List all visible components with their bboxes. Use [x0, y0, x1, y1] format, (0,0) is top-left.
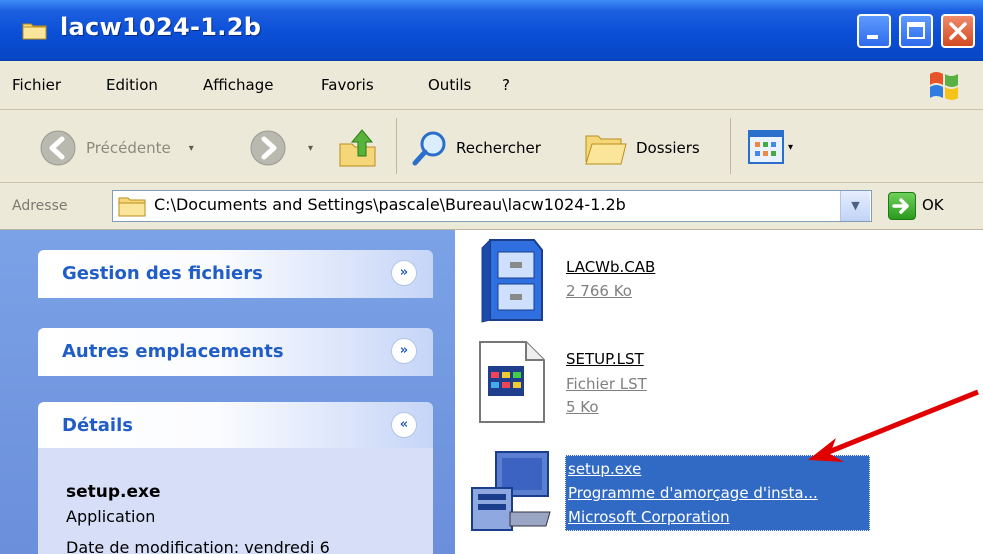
file-company: Microsoft Corporation: [568, 508, 730, 526]
chevron-down-icon: ▼: [851, 199, 860, 212]
views-button[interactable]: ▾: [748, 130, 793, 164]
chevron-down-icon: ▾: [308, 142, 314, 154]
panel-other-places[interactable]: Autres emplacements »: [38, 328, 433, 376]
back-button[interactable]: Précédente ▾: [38, 128, 194, 168]
window-title: lacw1024-1.2b: [60, 13, 262, 41]
back-label: Précédente: [86, 139, 171, 157]
folders-icon: [585, 135, 627, 165]
folder-icon: [118, 197, 146, 217]
file-size: 2 766 Ko: [566, 282, 632, 300]
panel-details[interactable]: Détails «: [38, 402, 433, 450]
toolbar-separator: [730, 118, 731, 174]
folders-label: Dossiers: [636, 139, 700, 157]
back-arrow-icon: [40, 130, 76, 166]
expand-chevron-icon[interactable]: »: [391, 338, 417, 364]
toolbar-separator: [396, 118, 397, 174]
panel-title: Autres emplacements: [62, 341, 284, 362]
maximize-button[interactable]: [899, 14, 933, 48]
address-dropdown-button[interactable]: ▼: [840, 191, 870, 221]
maximize-icon: [907, 22, 925, 39]
explorer-window: lacw1024-1.2b Fichier Edition Affichage …: [0, 0, 983, 554]
title-bar[interactable]: lacw1024-1.2b: [0, 0, 983, 61]
search-icon: [412, 131, 446, 166]
menu-affichage[interactable]: Affichage: [203, 76, 273, 94]
chevron-down-icon: ▾: [188, 142, 194, 154]
panel-title: Gestion des fichiers: [62, 263, 263, 284]
file-name: setup.exe: [568, 460, 642, 478]
close-icon: [949, 22, 967, 40]
search-button[interactable]: Rechercher: [410, 128, 541, 168]
go-button[interactable]: [888, 192, 916, 220]
detail-modified-date: Date de modification: vendredi 6: [66, 538, 330, 554]
go-arrow-icon: [892, 198, 909, 214]
menu-favoris[interactable]: Favoris: [321, 76, 374, 94]
file-size: 5 Ko: [566, 398, 599, 416]
folder-icon: [22, 23, 47, 40]
forward-button[interactable]: ▾: [248, 128, 313, 168]
chevron-down-icon: ▾: [788, 141, 794, 153]
menu-edition[interactable]: Edition: [106, 76, 158, 94]
search-label: Rechercher: [456, 139, 541, 157]
menu-bar: Fichier Edition Affichage Favoris Outils…: [0, 61, 983, 110]
menu-fichier[interactable]: Fichier: [12, 76, 61, 94]
views-icon: [748, 130, 784, 164]
address-label: Adresse: [12, 198, 68, 214]
lst-file-icon: [479, 341, 545, 423]
windows-logo-icon: [922, 64, 966, 104]
panel-title: Détails: [62, 415, 133, 436]
cabinet-file-icon: [481, 239, 543, 323]
expand-chevron-icon[interactable]: »: [391, 260, 417, 286]
up-folder-icon: [339, 129, 376, 167]
file-name: SETUP.LST: [566, 350, 644, 368]
panel-file-tasks[interactable]: Gestion des fichiers »: [38, 250, 433, 298]
up-folder-button[interactable]: [336, 126, 380, 170]
menu-help[interactable]: ?: [502, 76, 510, 94]
minimize-icon: [867, 35, 878, 39]
detail-file-name: setup.exe: [66, 482, 161, 502]
folders-button[interactable]: Dossiers: [584, 128, 700, 168]
menu-outils[interactable]: Outils: [428, 76, 471, 94]
detail-file-type: Application: [66, 507, 156, 526]
file-description: Programme d'amorçage d'insta...: [568, 484, 818, 502]
forward-arrow-icon: [250, 130, 286, 166]
setup-exe-icon: [471, 451, 551, 531]
file-name: LACWb.CAB: [566, 258, 656, 276]
address-value: C:\Documents and Settings\pascale\Bureau…: [154, 195, 626, 214]
minimize-button[interactable]: [857, 14, 891, 48]
close-button[interactable]: [941, 14, 975, 48]
file-type: Fichier LST: [566, 375, 647, 393]
go-label[interactable]: OK: [922, 196, 944, 214]
collapse-chevron-icon[interactable]: «: [391, 412, 417, 438]
